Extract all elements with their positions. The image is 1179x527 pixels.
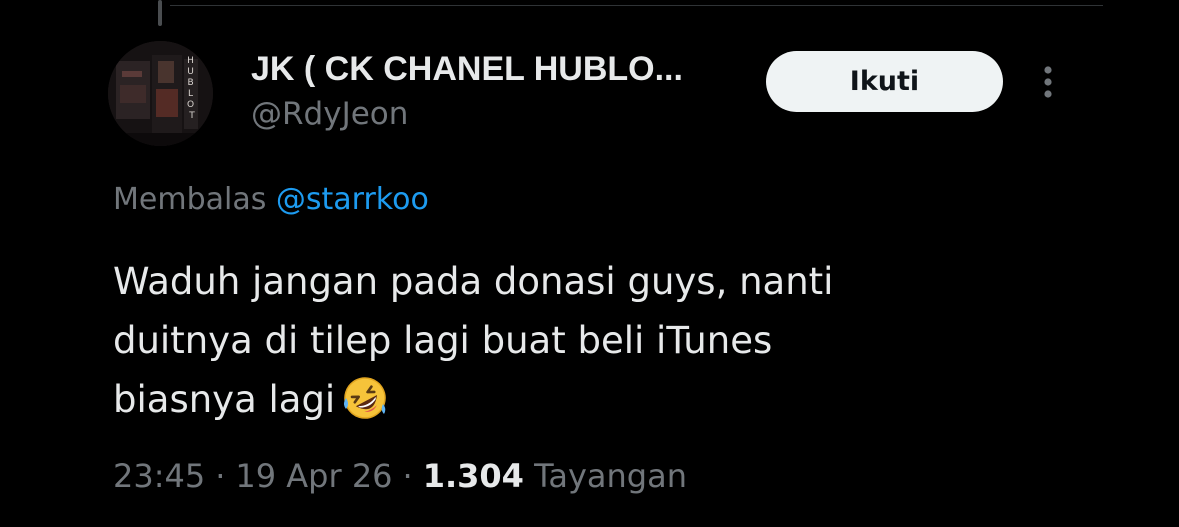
- reply-mention-link[interactable]: @starrkoo: [276, 182, 429, 217]
- rolling-on-floor-laughing-emoji-icon: [341, 374, 389, 422]
- views-count[interactable]: 1.304: [423, 457, 524, 495]
- follow-button-label: Ikuti: [849, 66, 920, 97]
- meta-separator: ·: [402, 457, 413, 495]
- tweet-time[interactable]: 23:45: [113, 457, 205, 495]
- more-options-button[interactable]: [1030, 62, 1066, 102]
- author-handle[interactable]: @RdyJeon: [251, 94, 408, 134]
- views-label[interactable]: Tayangan: [534, 457, 687, 495]
- follow-button[interactable]: Ikuti: [766, 51, 1003, 112]
- tweet-text-line: Waduh jangan pada donasi guys, nanti: [113, 260, 834, 303]
- author-display-name[interactable]: JK ( CK CHANEL HUBLO...: [251, 49, 683, 89]
- top-divider: [170, 5, 1103, 6]
- meta-separator: ·: [215, 457, 226, 495]
- tweet-text-line-content: biasnya lagi: [113, 378, 336, 421]
- tweet-text: Waduh jangan pada donasi guys, nanti dui…: [113, 252, 1053, 429]
- tweet-text-line: duitnya di tilep lagi buat beli iTunes: [113, 319, 773, 362]
- tweet-meta: 23:45 · 19 Apr 26 · 1.304 Tayangan: [113, 454, 687, 498]
- tweet-text-line-last: biasnya lagi: [113, 370, 1053, 429]
- avatar[interactable]: H U B L O T: [108, 41, 213, 146]
- tweet-date[interactable]: 19 Apr 26: [235, 457, 392, 495]
- avatar-image: H U B L O T: [108, 41, 213, 146]
- replying-to: Membalas @starrkoo: [113, 180, 429, 220]
- replying-to-label: Membalas: [113, 182, 267, 217]
- thread-connector-line: [158, 0, 162, 26]
- more-vertical-icon: [1044, 66, 1052, 98]
